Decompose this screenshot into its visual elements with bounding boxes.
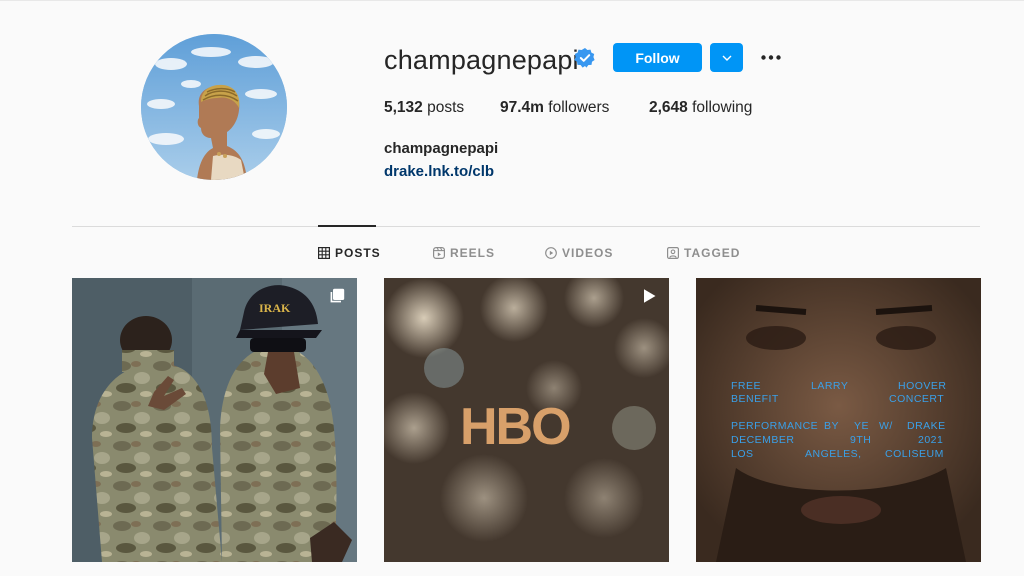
more-options-button[interactable] (758, 43, 784, 72)
poster-word: FREE (731, 380, 762, 392)
stat-following-label: following (692, 99, 753, 116)
poster-word: BENEFIT (731, 393, 779, 405)
play-icon (644, 289, 656, 303)
tab-reels-label: REELS (450, 246, 496, 260)
verified-badge-icon (574, 48, 595, 68)
tab-posts-label: POSTS (335, 246, 381, 260)
poster-word: 2021 (918, 434, 944, 446)
poster-word: HOOVER (898, 380, 947, 392)
poster-word: ANGELES, (805, 448, 862, 460)
tab-reels[interactable]: REELS (433, 246, 495, 260)
poster-word: W/ (879, 420, 893, 432)
post-image: IRAK (72, 278, 357, 562)
profile-username: champagnepapi (384, 45, 579, 75)
post-image: HBO (384, 278, 669, 562)
poster-word: 9TH (850, 434, 872, 446)
hbo-logo: HBO (460, 398, 570, 456)
tab-tagged[interactable]: TAGGED (667, 246, 740, 260)
stat-followers[interactable]: 97.4m followers (500, 99, 609, 117)
stat-posts-count: 5,132 (384, 99, 423, 116)
tagged-icon (667, 247, 679, 259)
suggested-accounts-dropdown-button[interactable] (710, 43, 743, 72)
stat-posts: 5,132 posts (384, 99, 464, 117)
top-divider (0, 0, 1024, 1)
stat-following[interactable]: 2,648 following (649, 99, 752, 117)
active-tab-indicator (318, 225, 376, 227)
tab-tagged-label: TAGGED (684, 246, 741, 260)
tab-videos-label: VIDEOS (562, 246, 614, 260)
stat-following-count: 2,648 (649, 99, 688, 116)
chevron-down-icon (722, 55, 731, 61)
poster-word: CONCERT (889, 393, 945, 405)
poster-word: COLISEUM (885, 448, 944, 460)
poster-word: YE (854, 420, 870, 432)
stat-followers-count: 97.4m (500, 99, 544, 116)
avatar-image (141, 34, 287, 180)
tab-posts[interactable]: POSTS (318, 246, 381, 260)
profile-avatar[interactable] (141, 34, 287, 180)
carousel-icon (330, 288, 345, 303)
tab-videos[interactable]: VIDEOS (545, 246, 613, 260)
post-tile[interactable]: FREE LARRY HOOVER BENEFIT CONCERT PERFOR… (696, 278, 981, 562)
poster-word: LOS (731, 448, 754, 460)
poster-word: LARRY (811, 380, 849, 392)
cap-logo-text: IRAK (259, 301, 291, 315)
post-tile[interactable]: HBO (384, 278, 669, 562)
video-icon (545, 247, 557, 259)
poster-word: DECEMBER (731, 434, 795, 446)
stat-posts-label: posts (427, 99, 465, 116)
profile-full-name: champagnepapi (384, 140, 499, 157)
tabs-divider (72, 226, 980, 227)
follow-button[interactable]: Follow (613, 43, 702, 72)
poster-word: BY (824, 420, 840, 432)
poster-word: PERFORMANCE (731, 420, 819, 432)
bio-link[interactable]: drake.lnk.to/clb (384, 163, 494, 180)
post-tile[interactable]: IRAK (72, 278, 357, 562)
stat-followers-label: followers (548, 99, 610, 116)
more-options-icon (761, 55, 781, 60)
poster-word: DRAKE (907, 420, 946, 432)
grid-icon (318, 247, 330, 259)
reels-icon (433, 247, 445, 259)
